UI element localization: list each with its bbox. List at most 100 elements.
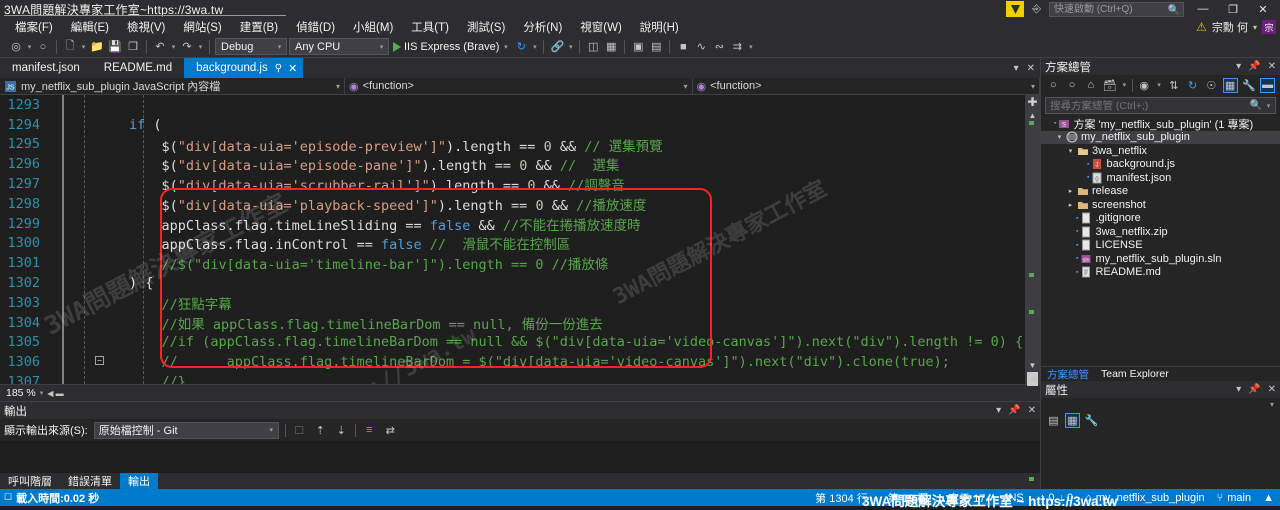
properties-object-combo[interactable]: ▾ (1041, 398, 1280, 411)
expand-toggle-icon[interactable]: ▸ (1065, 187, 1076, 195)
tree-item-11[interactable]: ▪README.md (1041, 266, 1280, 280)
tree-item-3[interactable]: ▪Jbackground.js (1041, 158, 1280, 172)
menu-item-0[interactable]: 檔案(F) (6, 18, 62, 36)
editor-gutter[interactable] (46, 214, 64, 234)
horizontal-scrollbar[interactable]: ◀ ▬ (47, 389, 63, 398)
tree-item-9[interactable]: ▪LICENSE (1041, 239, 1280, 253)
toggle-panel-icon[interactable]: ◫ (585, 39, 601, 55)
code-line[interactable]: 1294 if ( (0, 115, 1025, 135)
zoom-scrollbar-icon[interactable]: ✚ (1025, 95, 1040, 110)
expand-toggle-icon[interactable]: ▸ (1065, 201, 1076, 209)
tree-item-5[interactable]: ▸release (1041, 185, 1280, 199)
comment-selection-icon[interactable]: ∿ (693, 39, 709, 55)
view-code-icon[interactable]: ▦ (1223, 78, 1238, 93)
collapse-all-icon[interactable]: ⇅ (1166, 78, 1181, 93)
breadcrumb-member-right[interactable]: ◉ <function> ▾ (693, 78, 1041, 95)
categorized-icon[interactable]: ▤ (1046, 413, 1061, 428)
menu-item-8[interactable]: 測試(S) (458, 18, 514, 36)
editor-gutter[interactable] (46, 135, 64, 155)
account-name[interactable]: 宗勳 何 (1212, 19, 1248, 35)
search-input[interactable] (1050, 100, 1230, 112)
send-feedback-icon[interactable]: ⎆ (1032, 3, 1041, 16)
menu-item-4[interactable]: 建置(B) (231, 18, 287, 36)
properties-grid[interactable] (1041, 429, 1280, 489)
preview-selected-items-icon[interactable]: ▬ (1260, 78, 1275, 93)
editor-gutter[interactable] (46, 154, 64, 174)
home-icon[interactable]: ⌂ (1084, 78, 1099, 93)
chevron-down-icon[interactable]: ▾ (1156, 81, 1163, 89)
alphabetical-icon[interactable]: ▦ (1065, 413, 1080, 428)
code-line[interactable]: 1299 appClass.flag.timeLineSliding == fa… (0, 214, 1025, 234)
refresh-icon[interactable]: ↻ (513, 39, 529, 55)
menu-item-6[interactable]: 小組(M) (344, 18, 402, 36)
code-editor[interactable]: 12931294 if (1295 $("div[data-uia='episo… (0, 95, 1025, 384)
close-icon[interactable]: ✕ (1028, 405, 1036, 416)
dock-tab-1[interactable]: Team Explorer (1095, 368, 1175, 380)
document-tab-0[interactable]: manifest.json (0, 58, 92, 78)
solution-platform-combo[interactable]: Any CPU ▾ (289, 38, 389, 55)
scroll-down-arrow[interactable]: ▼ (1025, 360, 1040, 372)
navigate-forward-icon[interactable]: ○ (35, 39, 51, 55)
navigate-backward-icon[interactable]: ○ (1046, 78, 1061, 93)
breadcrumb-project[interactable]: JS my_netflix_sub_plugin JavaScript 內容檔 … (0, 78, 345, 95)
close-icon[interactable]: ✕ (1268, 61, 1276, 72)
tree-item-0[interactable]: ▪S方案 'my_netflix_sub_plugin' (1 專案) (1041, 117, 1280, 131)
menu-item-3[interactable]: 網站(S) (174, 18, 230, 36)
navigate-backward-icon[interactable]: ◎ (8, 39, 24, 55)
document-tab-1[interactable]: README.md (92, 58, 184, 78)
tree-item-6[interactable]: ▸screenshot (1041, 198, 1280, 212)
editor-gutter[interactable] (46, 333, 64, 353)
output-text-area[interactable] (0, 441, 1040, 473)
code-line[interactable]: 1307 //} (0, 372, 1025, 384)
close-icon[interactable]: ✕ (288, 62, 297, 75)
toggle-wordwrap-icon[interactable]: ≡ (362, 423, 377, 438)
chevron-down-icon[interactable]: ▾ (1236, 384, 1241, 395)
bookmark-icon[interactable]: ■ (675, 39, 691, 55)
editor-gutter[interactable] (46, 174, 64, 194)
close-icon[interactable]: ✕ (1268, 384, 1276, 395)
bottom-tab-2[interactable]: 輸出 (120, 473, 158, 489)
code-line[interactable]: 1301 //$("div[data-uia='timeline-bar']")… (0, 253, 1025, 273)
feedback-logo-icon[interactable] (1006, 1, 1024, 17)
save-all-icon[interactable]: ❐ (125, 39, 141, 55)
chevron-down-icon[interactable]: ▾ (1253, 23, 1257, 32)
restore-button[interactable]: ❐ (1222, 3, 1244, 16)
editor-vertical-scrollbar[interactable]: ✚ ▲ ▼ ◢ (1025, 95, 1040, 384)
editor-gutter[interactable] (46, 293, 64, 313)
close-button[interactable]: ✕ (1252, 3, 1274, 16)
show-all-files-icon[interactable]: ◉ (1137, 78, 1152, 93)
navigate-previous-icon[interactable]: ⇡ (313, 423, 328, 438)
editor-gutter[interactable] (46, 234, 64, 254)
chevron-down-icon[interactable]: ▾ (26, 43, 33, 51)
code-line[interactable]: 1300 appClass.flag.inControl == false //… (0, 234, 1025, 254)
status-branch[interactable]: ⑂ main (1211, 492, 1257, 504)
clear-output-icon[interactable]: ☐ (292, 423, 307, 438)
expand-toggle-icon[interactable]: ▾ (1054, 133, 1065, 141)
indent-icon[interactable]: ⇉ (729, 39, 745, 55)
tree-item-10[interactable]: ▪slnmy_netflix_sub_plugin.sln (1041, 252, 1280, 266)
code-line[interactable]: 1293 (0, 95, 1025, 115)
expand-toggle-icon[interactable]: ▾ (1065, 147, 1076, 155)
menu-item-5[interactable]: 偵錯(D) (287, 18, 344, 36)
editor-gutter[interactable] (46, 194, 64, 214)
start-debugging-button[interactable]: IIS Express (Brave) ▾ (391, 41, 511, 53)
pin-icon[interactable]: 📌 (1248, 384, 1260, 395)
view-designer-icon[interactable]: ☉ (1204, 78, 1219, 93)
properties-pages-icon[interactable]: 🔧 (1084, 413, 1099, 428)
tree-item-4[interactable]: ▪{}manifest.json (1041, 171, 1280, 185)
code-line[interactable]: 1296 $("div[data-uia='episode-pane']").l… (0, 154, 1025, 174)
document-tab-2[interactable]: background.js⚲✕ (184, 58, 303, 78)
chevron-down-icon[interactable]: ▾ (1265, 102, 1272, 110)
menu-item-7[interactable]: 工具(T) (402, 18, 458, 36)
editor-gutter[interactable] (46, 273, 64, 293)
chevron-down-icon[interactable]: ▾ (80, 43, 87, 51)
editor-gutter[interactable] (46, 372, 64, 384)
pin-icon[interactable]: ⚲ (275, 63, 282, 74)
code-line[interactable]: 1305 //if (appClass.flag.timelineBarDom … (0, 333, 1025, 353)
tree-item-1[interactable]: ▾my_netflix_sub_plugin (1041, 131, 1280, 145)
code-line[interactable]: 1298 $("div[data-uia='playback-speed']")… (0, 194, 1025, 214)
toggle-autoscroll-icon[interactable]: ⇄ (383, 423, 398, 438)
code-line[interactable]: 1304 //如果 appClass.flag.timelineBarDom =… (0, 313, 1025, 333)
output-source-combo[interactable]: 原始檔控制 - Git ▾ (94, 422, 279, 439)
close-tab-icon[interactable]: ✕ (1027, 63, 1035, 74)
